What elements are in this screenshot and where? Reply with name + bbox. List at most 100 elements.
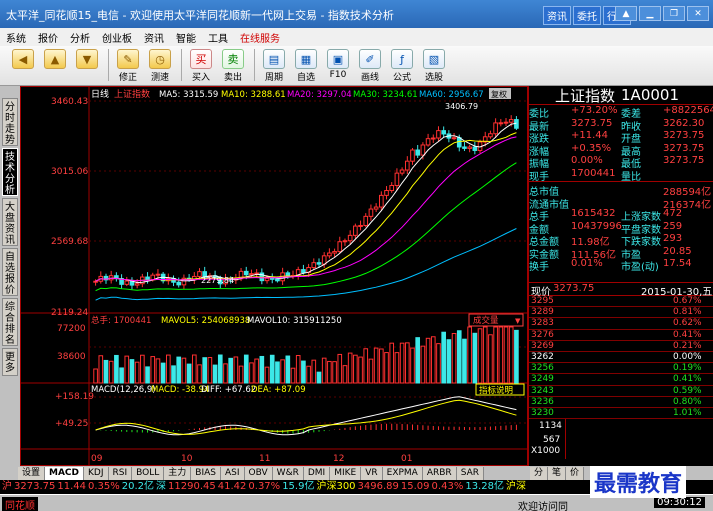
- draw-line-button[interactable]: ✐ 画线: [355, 49, 385, 83]
- ticker-item: 0.35%: [88, 481, 120, 492]
- scale-percent: 0.19%: [673, 363, 702, 374]
- volume-bar: [467, 326, 472, 384]
- indicator-tab-arbr[interactable]: ARBR: [422, 466, 457, 480]
- tab-watchlist[interactable]: 自选报价: [2, 248, 18, 296]
- quote-row: 总市值 288594亿: [529, 183, 713, 198]
- down-button[interactable]: ▼: [72, 49, 102, 70]
- menu-gem[interactable]: 创业板: [102, 30, 132, 45]
- tab-price[interactable]: 价: [566, 466, 585, 480]
- speed-test-button[interactable]: ◷ 测速: [145, 49, 175, 83]
- indicator-tab-asi[interactable]: ASI: [221, 466, 245, 480]
- back-button[interactable]: ◀: [8, 49, 38, 70]
- ticker-item: 3496.89: [357, 481, 399, 492]
- volume-bar: [290, 367, 296, 384]
- price-scale-row: 3283 0.62%: [529, 318, 713, 330]
- indicator-tab-mike[interactable]: MIKE: [330, 466, 362, 480]
- arrow-up-icon: ▲: [44, 49, 66, 69]
- kline-chart-area[interactable]: 日线 上证指数 MA5: 3315.59 MA10: 3288.61 MA20:…: [20, 86, 528, 466]
- tab-ranking[interactable]: 综合排名: [2, 298, 18, 346]
- volume-bar: [160, 362, 166, 384]
- ticker-item: 0.37%: [248, 481, 281, 492]
- moving-average-lines: [95, 122, 517, 301]
- menu-quotes[interactable]: 报价: [38, 30, 58, 45]
- tab-more[interactable]: 更多: [2, 348, 18, 376]
- indicator-tab-obv[interactable]: OBV: [244, 466, 273, 480]
- volume-bar: [379, 348, 384, 384]
- tab-market-news[interactable]: 大盘资讯: [2, 198, 18, 246]
- indicator-tab-macd[interactable]: MACD: [45, 466, 85, 480]
- menu-online-service[interactable]: 在线服务: [240, 30, 280, 45]
- indicator-tab-sar[interactable]: SAR: [456, 466, 484, 480]
- quote-v1: 0.01%: [571, 258, 603, 269]
- ticker-item: 11.44: [57, 481, 86, 492]
- favorites-button[interactable]: ▦ 自选: [291, 49, 321, 83]
- tab-intraday[interactable]: 分时走势: [2, 98, 18, 146]
- volume-bar: [389, 342, 395, 384]
- link-news[interactable]: 资讯: [543, 6, 571, 25]
- macd-axis-label: +158.19: [55, 392, 94, 402]
- indicator-tab-dmi[interactable]: DMI: [303, 466, 331, 480]
- f10-button[interactable]: ▣ F10: [323, 49, 353, 80]
- volume-total-label: 总手: 1700441: [91, 315, 151, 326]
- volume-bar: [306, 365, 311, 384]
- app-logo-label: 同花顺: [2, 497, 38, 511]
- indicator-tab-rsi[interactable]: RSI: [108, 466, 133, 480]
- indicator-tab-设置[interactable]: 设置: [18, 466, 46, 480]
- tab-minute[interactable]: 分: [530, 466, 549, 480]
- stock-select-button[interactable]: ▧ 选股: [419, 49, 449, 83]
- indicator-tab-expma[interactable]: EXPMA: [382, 466, 423, 480]
- indicator-tab-boll[interactable]: BOLL: [132, 466, 165, 480]
- indicator-help-label: 指标说明: [479, 385, 513, 396]
- link-trade[interactable]: 委托: [573, 6, 601, 25]
- price-scale-rows: 3295 0.67% 3289 0.81% 3283 0.62% 3276 0.41% 3269…: [529, 296, 713, 420]
- indicator-tab-bias[interactable]: BIAS: [191, 466, 221, 480]
- quote-l: 换手: [529, 262, 549, 273]
- menu-news[interactable]: 资讯: [144, 30, 164, 45]
- volume-bar: [243, 354, 249, 384]
- indicator-tab-vr[interactable]: VR: [361, 466, 383, 480]
- quote-v2: 3273.75: [663, 142, 705, 154]
- volume-bar: [124, 355, 130, 384]
- volume-bar: [249, 362, 254, 384]
- candle-body: [134, 283, 140, 286]
- quote-v1: +11.44: [571, 130, 609, 141]
- sell-button[interactable]: 卖 卖出: [218, 49, 248, 83]
- menu-bar: 系统 报价 分析 创业板 资讯 智能 工具 在线服务: [0, 28, 713, 46]
- indicator-tab-kdj[interactable]: KDJ: [84, 466, 109, 480]
- volume-bar: [508, 326, 514, 384]
- stock-select-icon: ▧: [423, 49, 445, 69]
- edit-button[interactable]: ✎ 修正: [113, 49, 143, 83]
- maximize-icon[interactable]: ❐: [663, 6, 685, 21]
- indicator-tab-w&r[interactable]: W&R: [272, 466, 304, 480]
- toolbar-divider: [254, 49, 255, 81]
- volume-bar: [493, 326, 498, 384]
- quote-price-rows: 委比 +73.20% 委差 +8822564 最新 3273.75 昨收 3262.30 涨跌 +…: [529, 105, 713, 183]
- price-axis-label: 2119.24: [51, 308, 88, 318]
- indicator-tab-主力[interactable]: 主力: [164, 466, 192, 480]
- minimize-icon[interactable]: ▁: [639, 6, 661, 21]
- menu-smart[interactable]: 智能: [176, 30, 196, 45]
- period-button[interactable]: ▤ 周期: [259, 49, 289, 83]
- up-button[interactable]: ▲: [40, 49, 70, 70]
- buy-button[interactable]: 买 买入: [186, 49, 216, 83]
- volume-bar: [191, 354, 197, 384]
- tab-technical-analysis[interactable]: 技术分析: [2, 148, 18, 196]
- menu-analysis[interactable]: 分析: [70, 30, 90, 45]
- close-icon[interactable]: ✕: [687, 6, 709, 21]
- menu-tools[interactable]: 工具: [208, 30, 228, 45]
- ticker-item: 41.42: [217, 481, 247, 492]
- title-bar: 太平洋_同花顺15_电信 - 欢迎使用太平洋同花顺新一代网上交易 - 指数技术分…: [0, 0, 713, 28]
- volume-bar: [202, 357, 208, 384]
- volume-bar: [394, 352, 400, 384]
- scale-percent: 0.80%: [673, 396, 702, 407]
- candle-body: [503, 121, 509, 124]
- collapse-icon[interactable]: ▲: [615, 6, 637, 21]
- volume-axis-label: 38600: [57, 352, 86, 362]
- tab-trades[interactable]: 笔: [548, 466, 567, 480]
- candle-body: [155, 273, 161, 276]
- menu-system[interactable]: 系统: [6, 30, 26, 45]
- formula-button[interactable]: ƒ 公式: [387, 49, 417, 83]
- volume-bar: [384, 352, 389, 384]
- kline-chart: 日线 上证指数 MA5: 3315.59 MA10: 3288.61 MA20:…: [21, 87, 527, 465]
- quote-v1: 1615432: [571, 208, 616, 219]
